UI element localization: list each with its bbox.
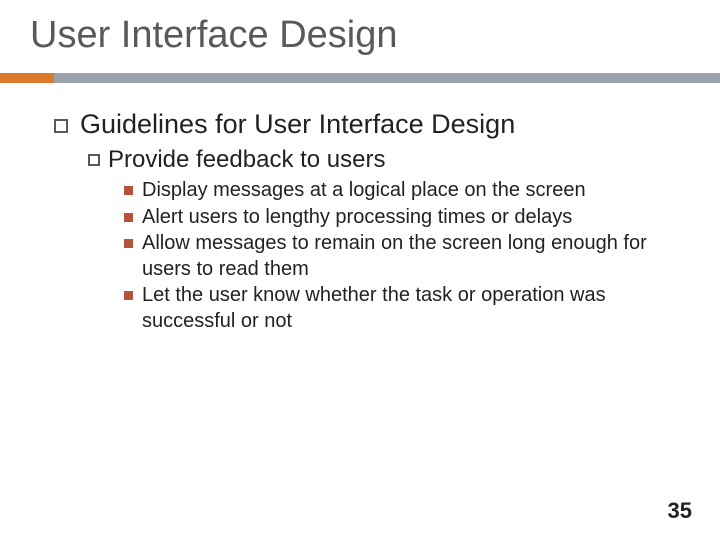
bullet-level-1: Guidelines for User Interface Design xyxy=(54,109,680,140)
list-item: Allow messages to remain on the screen l… xyxy=(124,231,680,282)
level1-text: Guidelines for User Interface Design xyxy=(80,109,515,140)
slide-content: Guidelines for User Interface Design Pro… xyxy=(0,83,720,335)
title-underline xyxy=(0,73,720,83)
level2-text: Provide feedback to users xyxy=(108,146,386,174)
page-number: 35 xyxy=(668,498,692,524)
underline-orange xyxy=(0,73,54,83)
list-item: Alert users to lengthy processing times … xyxy=(124,205,680,231)
hollow-square-icon xyxy=(88,154,100,166)
hollow-square-icon xyxy=(54,119,68,133)
level3-list: Display messages at a logical place on t… xyxy=(124,178,680,335)
list-item: Let the user know whether the task or op… xyxy=(124,283,680,334)
list-item: Display messages at a logical place on t… xyxy=(124,178,680,204)
bullet-level-2: Provide feedback to users xyxy=(88,146,680,174)
slide-title: User Interface Design xyxy=(0,0,720,67)
underline-grey xyxy=(0,73,720,83)
